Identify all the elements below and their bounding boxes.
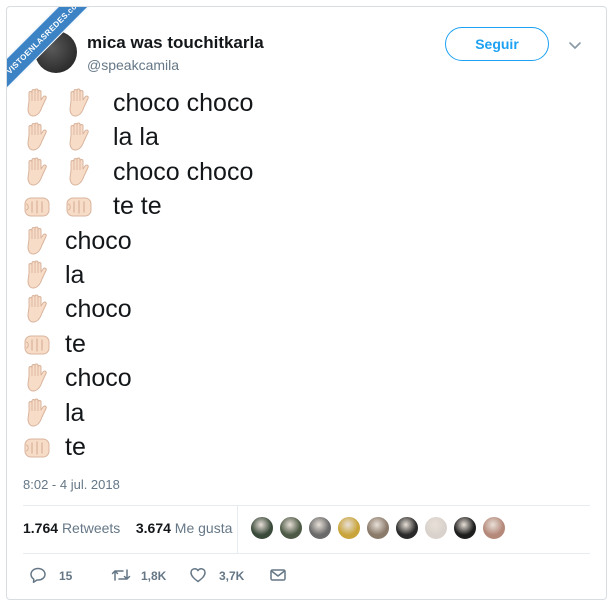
raised-hand-icon [27, 226, 47, 255]
reply-count: 15 [59, 569, 73, 583]
liker-avatar[interactable] [250, 516, 274, 540]
liker-avatar[interactable] [337, 516, 361, 540]
raised-fist-icon [66, 197, 92, 217]
raised-fist-icon [24, 438, 50, 458]
liker-avatar[interactable] [453, 516, 477, 540]
raised-hand-icon [69, 88, 89, 117]
raised-hand-icon [69, 157, 89, 186]
direct-message-button[interactable] [269, 564, 293, 588]
divider [23, 505, 590, 506]
tweet-actions: 15 1,8K 3,7K [23, 564, 583, 588]
likes-count: 3.674 [135, 520, 171, 536]
raised-hand-icon [27, 294, 47, 323]
reply-icon [30, 567, 46, 584]
heart-icon [190, 567, 206, 583]
raised-fist-icon [24, 197, 50, 217]
tweet-card: VISTOENLASREDES.com mica was touchitkarl… [6, 6, 607, 600]
retweets-label: Retweets [61, 520, 121, 536]
retweets-stat[interactable]: 1.764 Retweets [23, 520, 124, 536]
divider [23, 553, 590, 554]
tweet-line-text: la [65, 261, 85, 289]
raised-hand-icon [27, 398, 47, 427]
liker-avatar[interactable] [308, 516, 332, 540]
tweet-line-text: choco [65, 364, 132, 393]
retweet-icon [111, 569, 131, 581]
likes-label: Me gusta [174, 520, 233, 536]
retweet-count: 1,8K [141, 569, 167, 583]
like-button[interactable]: 3,7K [189, 564, 269, 588]
tweet-line-text: te te [113, 192, 162, 221]
raised-hand-icon [27, 363, 47, 392]
tweet-line-text: choco [65, 295, 132, 324]
tweet-timestamp[interactable]: 8:02 - 4 jul. 2018 [23, 477, 120, 492]
envelope-icon [270, 569, 286, 581]
retweet-button[interactable]: 1,8K [111, 564, 191, 588]
tweet-stats: 1.764 Retweets 3.674 Me gusta [23, 520, 232, 548]
tweet-line-text: choco choco [113, 89, 254, 117]
user-handle[interactable]: @speakcamila [87, 57, 179, 73]
tweet-line-text: te [65, 433, 86, 461]
raised-hand-icon [27, 260, 47, 289]
liker-avatar[interactable] [395, 516, 419, 540]
tweet-line-text: la la [113, 123, 159, 152]
liker-avatar[interactable] [366, 516, 390, 540]
tweet-line-text: choco choco [113, 157, 254, 186]
raised-hand-icon [69, 122, 89, 151]
chevron-down-icon[interactable] [567, 37, 583, 53]
raised-hand-icon [27, 88, 47, 117]
tweet-line-text: la [65, 398, 85, 427]
liker-avatar[interactable] [279, 516, 303, 540]
liker-avatar[interactable] [482, 516, 506, 540]
raised-fist-icon [24, 335, 50, 355]
tweet-line-text: te [65, 329, 86, 358]
stats-separator [237, 505, 238, 553]
likes-stat[interactable]: 3.674 Me gusta [136, 520, 233, 536]
reply-button[interactable]: 15 [29, 564, 89, 588]
raised-hand-icon [27, 157, 47, 186]
display-name[interactable]: mica was touchitkarla [87, 33, 264, 53]
tweet-line-text: choco [65, 226, 132, 255]
follow-button[interactable]: Seguir [445, 27, 549, 61]
like-count: 3,7K [219, 569, 245, 583]
retweets-count: 1.764 [23, 520, 59, 536]
raised-hand-icon [27, 122, 47, 151]
liker-avatar[interactable] [424, 516, 448, 540]
